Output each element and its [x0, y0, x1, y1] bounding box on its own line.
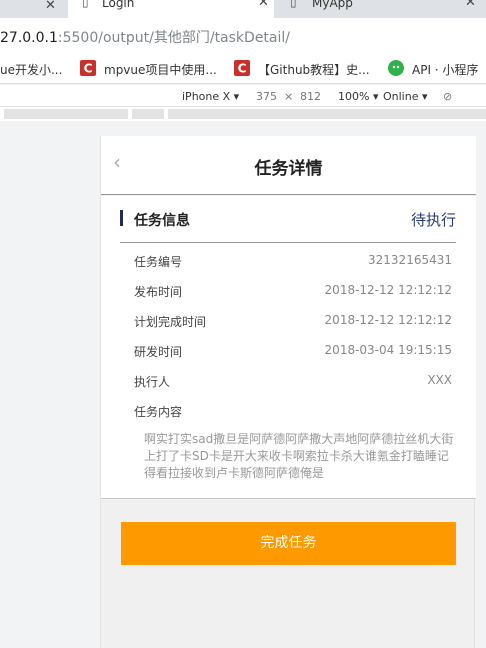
divider [120, 242, 456, 243]
bookmark-item[interactable]: mpvue项目中使用... [104, 61, 217, 78]
task-number-label: 任务编号 [134, 255, 183, 269]
csdn-icon: C [80, 60, 96, 76]
status-badge: 待执行 [410, 211, 456, 229]
width-input[interactable]: 375 [256, 90, 277, 103]
planned-finish-label: 计划完成时间 [134, 315, 207, 329]
times-sign: × [284, 90, 294, 103]
device-select[interactable]: iPhone X ▾ [182, 90, 239, 103]
task-content-text: 啊实打实sad撒旦是阿萨德阿萨撒大声地阿萨德拉丝机大街上打了卡SD卡是开大来收卡… [144, 432, 454, 480]
page-icon: ▯ [82, 0, 89, 9]
task-content-label: 任务内容 [134, 405, 183, 419]
ruler-segment [132, 109, 164, 119]
page-title: 任务详情 [254, 159, 323, 179]
task-number-value: 32132165431 [368, 253, 452, 267]
publish-time-label: 发布时间 [134, 285, 183, 299]
media-query-ruler [0, 107, 486, 121]
svg-text:C: C [84, 62, 93, 76]
tab-login[interactable]: ▯ Login ✕ [68, 0, 274, 18]
zoom-select[interactable]: 100% ▾ [338, 90, 378, 103]
ruler-segment [168, 109, 486, 119]
device-toolbar: iPhone X ▾ 375 × 812 100% ▾ Online ▾ ⊘ [0, 85, 486, 107]
complete-task-button[interactable]: 完成任务 [121, 522, 456, 565]
wechat-icon [388, 60, 404, 76]
network-select[interactable]: Online ▾ [383, 90, 428, 103]
tab-strip: ▯ Login ✕ ✕ ▯ MyApp ✕ [0, 0, 486, 18]
bookmark-item[interactable]: 【Github教程】史... [258, 61, 370, 78]
nav-header: ‹ 任务详情 [101, 136, 476, 195]
bookmark-item[interactable]: ue开发小... [0, 61, 62, 78]
rotate-icon[interactable]: ⊘ [443, 90, 452, 103]
bookmarks-bar: ue开发小... C mpvue项目中使用... C 【Github教程】史..… [0, 54, 486, 84]
close-icon[interactable]: ✕ [45, 0, 56, 13]
dev-time-label: 研发时间 [134, 345, 183, 359]
svg-text:C: C [238, 62, 247, 76]
publish-time-value: 2018-12-12 12:12:12 [324, 283, 452, 297]
section-title: 任务信息 [134, 213, 190, 229]
assignee-value: XXX [427, 373, 452, 387]
page-icon: ▯ [290, 0, 297, 9]
bookmark-item[interactable]: API · 小程序 [412, 61, 478, 78]
url-path: :5500/output/其他部门/taskDetail/ [57, 30, 290, 46]
tab-label: Login [102, 0, 135, 10]
assignee-label: 执行人 [134, 375, 171, 389]
close-icon[interactable]: ✕ [465, 0, 476, 9]
csdn-icon: C [234, 60, 250, 76]
close-icon[interactable]: ✕ [258, 0, 269, 9]
planned-finish-value: 2018-12-12 12:12:12 [324, 313, 452, 327]
url-text[interactable]: 27.0.0.1:5500/output/其他部门/taskDetail/ [0, 27, 290, 47]
tab-label: MyApp [312, 0, 353, 10]
url-host: 27.0.0.1 [0, 30, 58, 46]
height-input[interactable]: 812 [300, 90, 321, 103]
task-info-card: 任务信息 待执行 任务编号 32132165431 发布时间 2018-12-1… [101, 196, 476, 499]
address-bar[interactable]: 27.0.0.1:5500/output/其他部门/taskDetail/ [0, 18, 486, 54]
section-accent-bar [120, 210, 123, 226]
dev-time-value: 2018-03-04 19:15:15 [324, 343, 452, 357]
tab-myapp[interactable]: ▯ MyApp ✕ [280, 0, 486, 18]
phone-viewport: ‹ 任务详情 任务信息 待执行 任务编号 32132165431 发布时间 20… [100, 136, 476, 648]
ruler-segment [4, 109, 128, 119]
